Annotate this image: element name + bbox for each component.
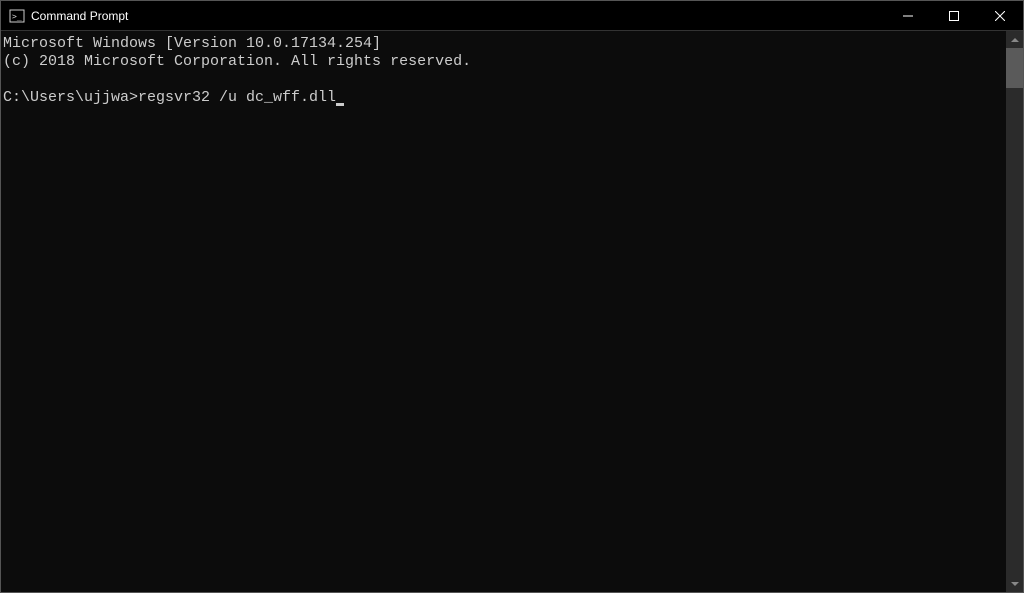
command-input: regsvr32 /u dc_wff.dll xyxy=(138,89,336,106)
copyright-line: (c) 2018 Microsoft Corporation. All righ… xyxy=(3,53,471,70)
minimize-button[interactable] xyxy=(885,1,931,30)
titlebar[interactable]: >_ Command Prompt xyxy=(1,1,1023,31)
terminal-content[interactable]: Microsoft Windows [Version 10.0.17134.25… xyxy=(1,31,1006,592)
scroll-down-arrow[interactable] xyxy=(1006,575,1023,592)
scroll-thumb[interactable] xyxy=(1006,48,1023,88)
prompt-path: C:\Users\ujjwa> xyxy=(3,89,138,106)
version-line: Microsoft Windows [Version 10.0.17134.25… xyxy=(3,35,381,52)
scroll-track[interactable] xyxy=(1006,48,1023,575)
vertical-scrollbar[interactable] xyxy=(1006,31,1023,592)
close-button[interactable] xyxy=(977,1,1023,30)
svg-text:>_: >_ xyxy=(12,12,22,21)
window-title: Command Prompt xyxy=(31,9,885,23)
terminal-area: Microsoft Windows [Version 10.0.17134.25… xyxy=(1,31,1023,592)
maximize-button[interactable] xyxy=(931,1,977,30)
cursor xyxy=(336,103,344,106)
scroll-up-arrow[interactable] xyxy=(1006,31,1023,48)
window-controls xyxy=(885,1,1023,30)
command-prompt-window: >_ Command Prompt Microsoft Windows [Ver… xyxy=(0,0,1024,593)
cmd-icon: >_ xyxy=(9,8,25,24)
